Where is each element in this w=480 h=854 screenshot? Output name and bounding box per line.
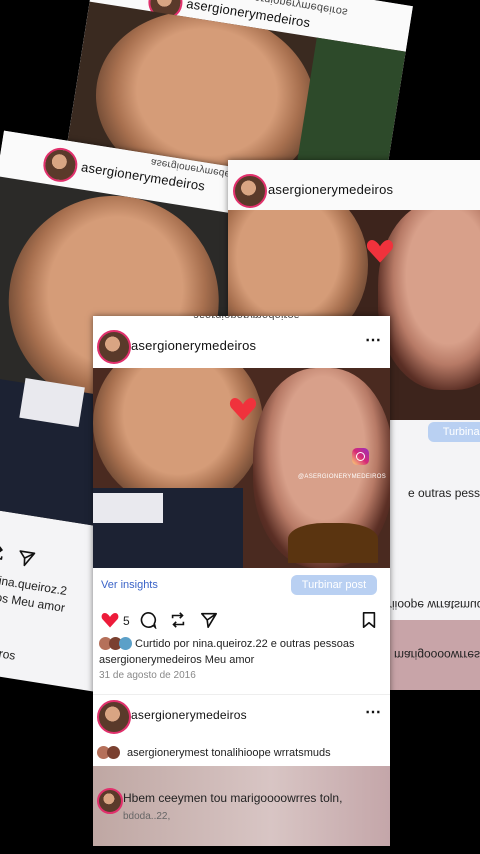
liked-by-avatars <box>99 637 135 651</box>
mirror-avatars <box>97 746 127 760</box>
post-date: 31 de agosto de 2016 <box>99 670 196 681</box>
caption: asergionerymedeiros Meu amor <box>99 654 254 666</box>
photo-necklace <box>288 523 378 563</box>
more-options-icon[interactable]: ⋯ <box>365 330 381 350</box>
next-post-username-partial[interactable]: ymedeiros <box>0 640 16 662</box>
post-photo: @ASERGIONERYMEDEIROS <box>93 368 390 568</box>
repost-icon[interactable] <box>0 543 7 564</box>
mirrored-comment: asergionerymest tonalihioope wrratsmuds <box>127 747 331 759</box>
username[interactable]: asergionerymedeiros <box>131 338 256 353</box>
post-header: asergionerymedeiros asergionerymedeiros … <box>93 316 390 368</box>
comment-icon[interactable] <box>139 611 157 629</box>
next-post-more-icon[interactable]: ⋯ <box>365 702 381 722</box>
instagram-logo-icon <box>352 448 369 465</box>
divider <box>93 694 390 695</box>
avatar[interactable] <box>40 145 80 185</box>
boost-post-button-partial[interactable]: Turbinar <box>428 422 480 442</box>
insights-link[interactable]: Ver insights <box>101 579 158 591</box>
heart-sticker-icon <box>366 240 394 263</box>
next-post-username[interactable]: asergionerymedeiros <box>131 708 247 722</box>
repost-icon[interactable] <box>169 611 187 629</box>
comment-avatar <box>97 788 123 814</box>
mirrored-date: bdoda..22, <box>123 811 171 822</box>
avatar[interactable] <box>97 330 131 364</box>
watermark: @ASERGIONERYMEDEIROS <box>298 474 386 480</box>
caption-text: Meu amor <box>204 654 255 666</box>
mirrored-comment: marigoooowrres toln <box>394 648 480 662</box>
photo-collar <box>93 493 163 523</box>
next-post-avatar[interactable] <box>97 700 131 734</box>
liked-by-partial: e outras pess <box>408 486 480 500</box>
username[interactable]: asergionerymedeiros <box>268 182 393 197</box>
boost-post-button[interactable]: Turbinar post <box>291 575 377 595</box>
mirrored-comment: riioope wrratsmudƨ <box>388 598 480 612</box>
username-flipped: asergionerymedeiros <box>193 316 300 321</box>
post-header: asergionerymedeiros <box>228 160 480 210</box>
photo-man <box>93 368 263 508</box>
like-count: 5 <box>123 614 130 628</box>
share-icon[interactable] <box>16 548 37 569</box>
photo-woman <box>378 210 480 390</box>
mirrored-comment: Hbem ceeymen tou marigoooowrres toln, <box>123 791 343 805</box>
caption-username[interactable]: asergionerymedeiros <box>99 654 202 666</box>
post-card-main: asergionerymedeiros asergionerymedeiros … <box>93 316 390 846</box>
like-icon[interactable] <box>101 611 119 629</box>
share-icon[interactable] <box>200 611 218 629</box>
heart-sticker-icon <box>229 398 257 421</box>
liked-by-text[interactable]: Curtido por nina.queiroz.22 e outras pes… <box>135 638 355 650</box>
avatar[interactable] <box>233 174 267 208</box>
save-icon[interactable] <box>360 611 378 629</box>
blurred-next-photo <box>93 766 390 846</box>
